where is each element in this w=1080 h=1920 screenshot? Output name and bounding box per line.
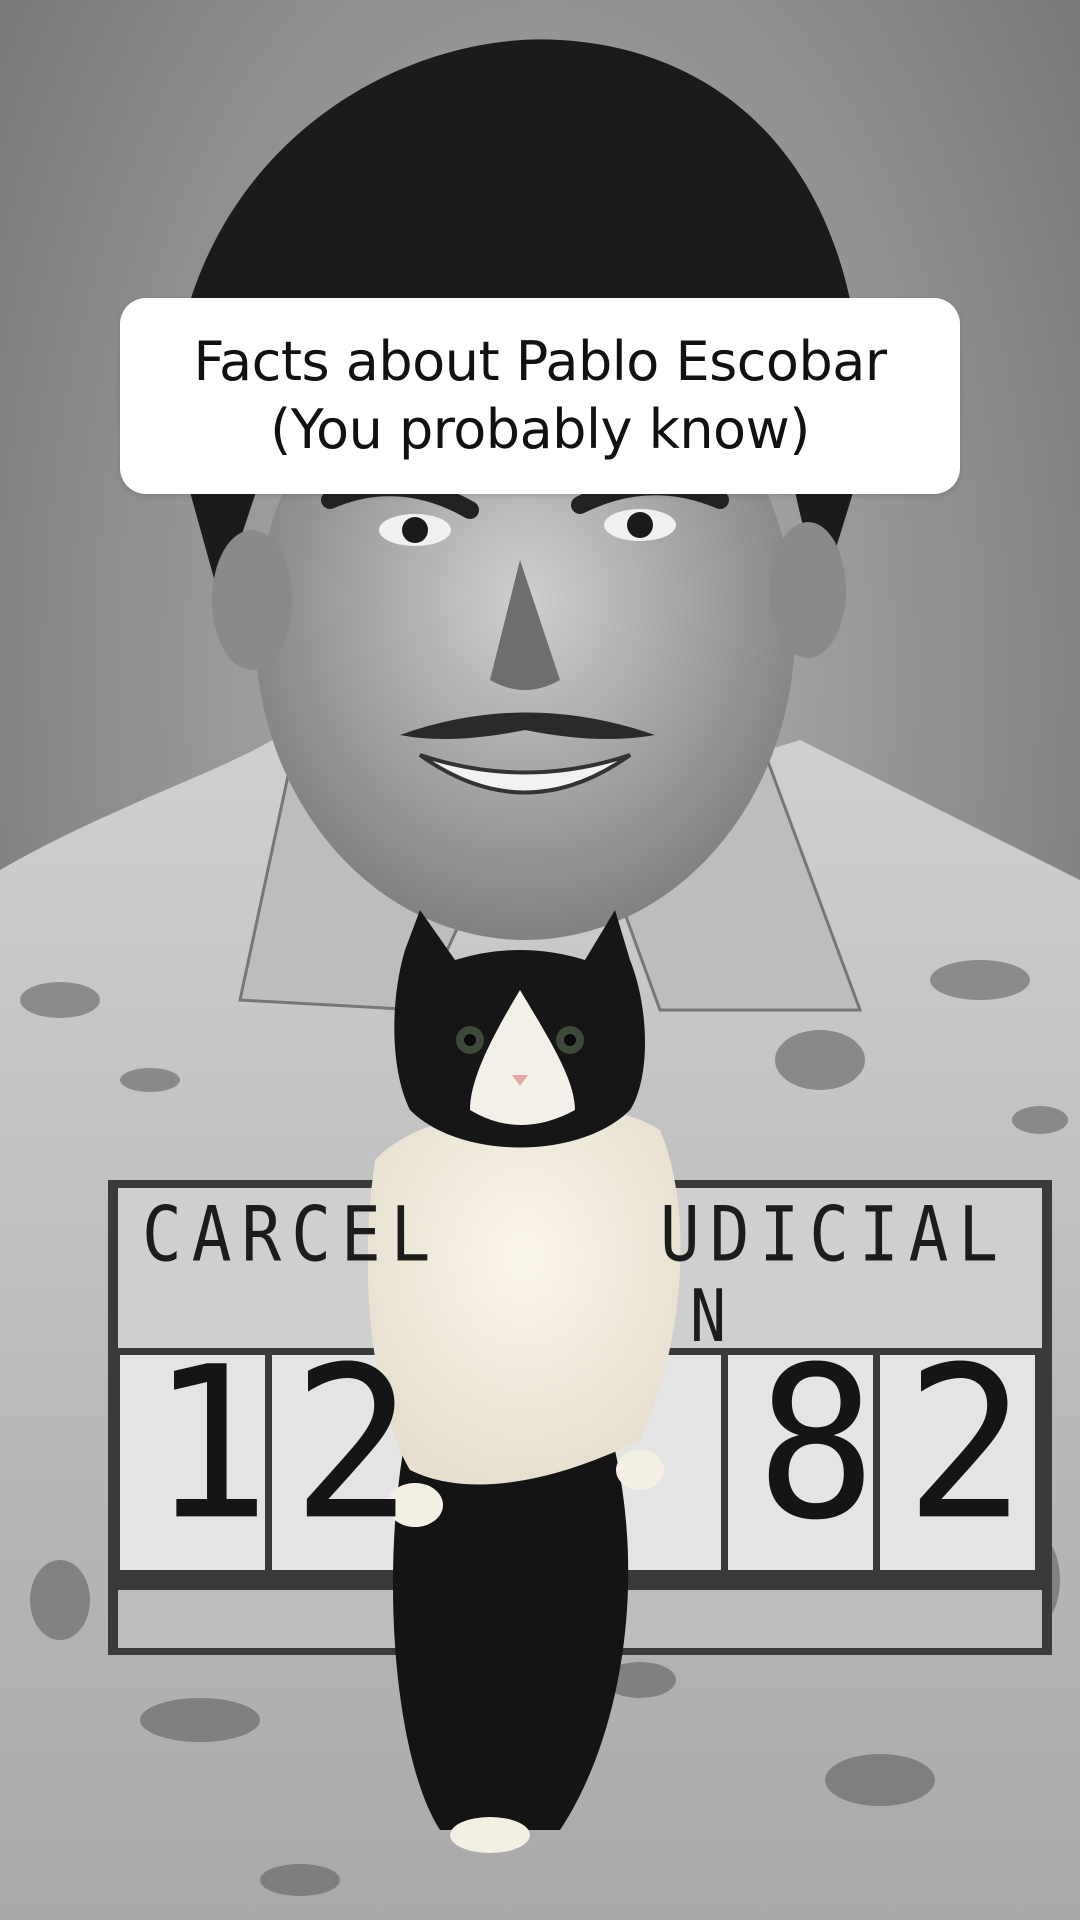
- board-digit-1: 1: [150, 1322, 271, 1567]
- board-digit-6: 2: [905, 1322, 1026, 1567]
- caption-line-2: (You probably know): [270, 398, 810, 461]
- caption-box: Facts about Pablo Escobar (You probably …: [120, 298, 960, 494]
- board-digit-2: 2: [292, 1322, 413, 1567]
- board-digit-5: 8: [756, 1322, 877, 1567]
- board-left-text: CARCEL: [142, 1190, 441, 1279]
- board-sub-text: N: [690, 1275, 727, 1359]
- board-right-text: UDICIAL: [660, 1190, 1009, 1279]
- background-photo: [0, 0, 1080, 1920]
- caption-line-1: Facts about Pablo Escobar: [193, 330, 887, 393]
- video-frame: CARCEL UDICIAL N 1 2 8 2: [0, 0, 1080, 1920]
